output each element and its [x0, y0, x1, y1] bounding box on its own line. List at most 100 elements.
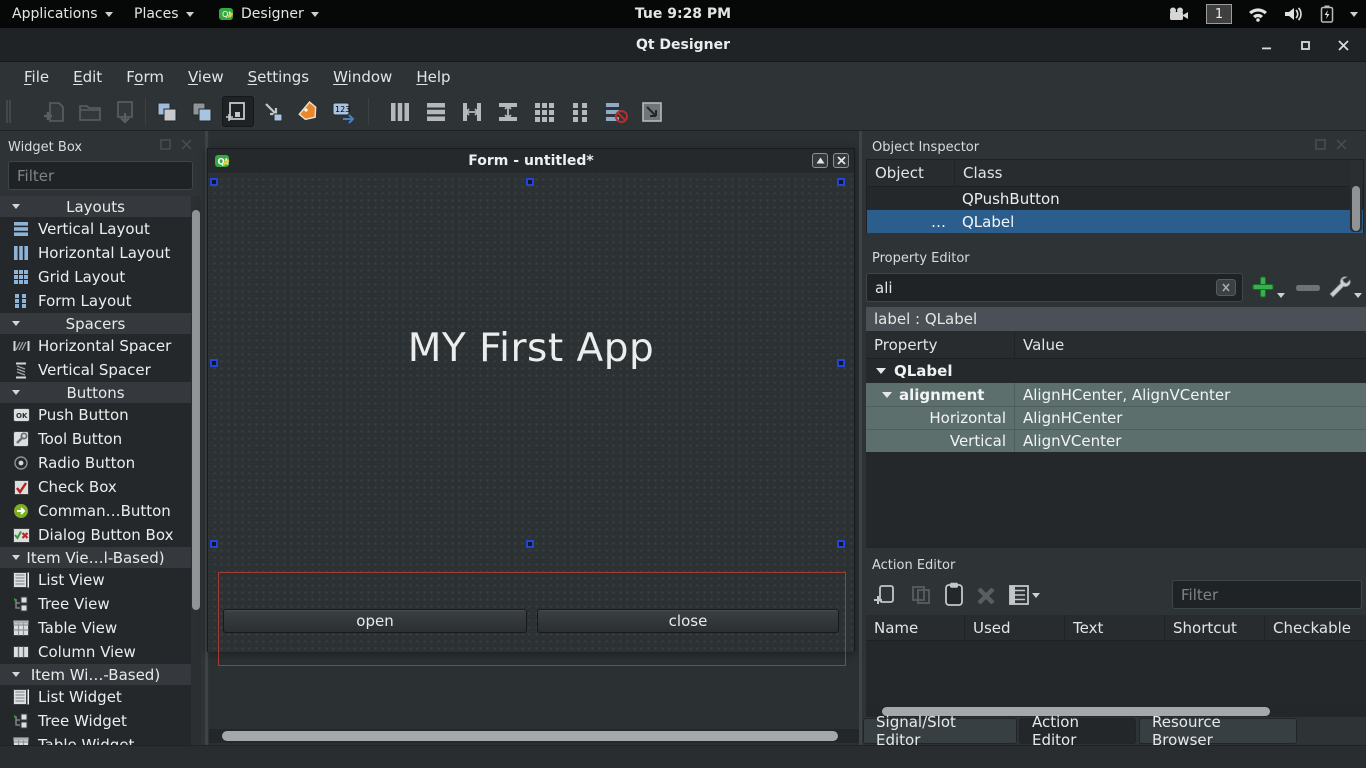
column-header-used[interactable]: Used [964, 615, 1064, 640]
widget-item-command-link-button[interactable]: Comman…Button [0, 499, 191, 523]
screen-recorder-icon[interactable] [1168, 7, 1190, 21]
menu-view[interactable]: View [176, 65, 236, 89]
view-mode-chevron[interactable] [1032, 593, 1040, 598]
widget-box-scrollbar-thumb[interactable] [192, 210, 200, 610]
open-form-button[interactable] [74, 96, 106, 127]
column-header-name[interactable]: Name [866, 615, 964, 640]
property-value-vertical[interactable]: AlignVCenter [1014, 430, 1366, 452]
widget-box-filter-input[interactable] [8, 161, 193, 190]
property-group-qlabel[interactable]: QLabel [866, 359, 1366, 383]
column-header-text[interactable]: Text [1064, 615, 1164, 640]
selection-handle[interactable] [837, 540, 845, 548]
widget-item-radio-button[interactable]: Radio Button [0, 451, 191, 475]
selection-handle[interactable] [526, 178, 534, 186]
tray-chevron-icon[interactable] [1350, 12, 1358, 17]
edit-signals-slots-button[interactable] [258, 96, 290, 127]
widget-item-push-button[interactable]: OK Push Button [0, 403, 191, 427]
copy-action-button[interactable] [910, 584, 932, 606]
layout-form-button[interactable] [564, 96, 596, 127]
selection-handle[interactable] [837, 359, 845, 367]
clear-filter-button[interactable] [1216, 279, 1236, 296]
new-form-button[interactable] [39, 96, 71, 127]
break-layout-button[interactable] [600, 96, 632, 127]
new-action-button[interactable] [874, 583, 896, 607]
widget-item-list-widget[interactable]: List Widget [0, 685, 191, 709]
widget-item-tool-button[interactable]: Tool Button [0, 427, 191, 451]
layout-grid-button[interactable] [528, 96, 560, 127]
form-close-pushbutton[interactable]: close [537, 609, 839, 633]
widget-category-buttons[interactable]: Buttons [0, 382, 191, 403]
widget-item-list-view[interactable]: List View [0, 568, 191, 592]
widget-item-grid-layout[interactable]: Grid Layout [0, 265, 191, 289]
layout-horizontal-splitter-button[interactable] [456, 96, 488, 127]
column-header-object[interactable]: Object [867, 160, 954, 186]
property-row-horizontal[interactable]: Horizontal AlignHCenter [866, 406, 1366, 429]
property-row-alignment[interactable]: alignment AlignHCenter, AlignVCenter [866, 383, 1366, 406]
widget-item-horizontal-spacer[interactable]: Horizontal Spacer [0, 334, 191, 358]
tab-resource-browser[interactable]: Resource Browser [1139, 718, 1297, 744]
workspace-indicator[interactable]: 1 [1206, 4, 1232, 24]
object-row-qlabel-selected[interactable]: … QLabel [867, 210, 1363, 233]
widget-item-column-view[interactable]: Column View [0, 640, 191, 664]
battery-icon[interactable] [1320, 5, 1334, 23]
widget-item-dialog-button-box[interactable]: Dialog Button Box [0, 523, 191, 547]
form-canvas[interactable]: MY First App open close [208, 173, 854, 652]
right-splitter[interactable] [859, 131, 862, 745]
form-shade-button[interactable] [812, 153, 828, 168]
menu-form[interactable]: Form [114, 65, 176, 89]
clock[interactable]: Tue 9:28 PM [0, 0, 1366, 28]
column-header-property[interactable]: Property [866, 331, 1014, 358]
property-row-vertical[interactable]: Vertical AlignVCenter [866, 429, 1366, 452]
paste-action-button[interactable] [944, 582, 964, 607]
tab-signal-slot-editor[interactable]: Signal/Slot Editor [863, 718, 1017, 744]
form-window[interactable]: Qt Form - untitled* MY First App open cl… [207, 148, 855, 652]
widget-category-item-views[interactable]: Item Vie…l-Based) [0, 547, 191, 568]
widget-item-table-widget[interactable]: Table Widget [0, 733, 191, 745]
form-window-titlebar[interactable]: Qt Form - untitled* [208, 149, 854, 173]
property-value-horizontal[interactable]: AlignHCenter [1014, 407, 1366, 429]
edit-tab-order-button[interactable]: 123 [328, 96, 360, 127]
property-configure-button[interactable] [1326, 274, 1352, 300]
widget-item-table-view[interactable]: Table View [0, 616, 191, 640]
menu-settings[interactable]: Settings [236, 65, 322, 89]
minimize-button[interactable] [1256, 35, 1278, 55]
volume-icon[interactable] [1284, 6, 1304, 22]
add-dynamic-property-button[interactable] [1252, 276, 1274, 298]
copy-button[interactable] [151, 96, 183, 127]
adjust-size-button[interactable] [636, 96, 668, 127]
selection-handle[interactable] [210, 540, 218, 548]
column-header-class[interactable]: Class [954, 160, 1363, 186]
configure-menu-chevron[interactable] [1354, 293, 1362, 298]
widget-item-horizontal-layout[interactable]: Horizontal Layout [0, 241, 191, 265]
action-filter-input[interactable] [1172, 580, 1362, 609]
selection-handle[interactable] [837, 178, 845, 186]
selection-handle[interactable] [210, 359, 218, 367]
close-button[interactable] [1332, 35, 1354, 55]
selection-handle[interactable] [526, 540, 534, 548]
paste-button[interactable] [186, 96, 218, 127]
toolbar-drag-handle[interactable] [6, 100, 11, 123]
widget-item-vertical-spacer[interactable]: Vertical Spacer [0, 358, 191, 382]
layout-vertically-button[interactable] [420, 96, 452, 127]
add-property-menu-chevron[interactable] [1277, 293, 1285, 298]
delete-action-button[interactable] [976, 586, 996, 606]
expander-icon[interactable] [882, 392, 892, 398]
edit-buddies-button[interactable] [293, 96, 325, 127]
widget-category-item-widgets[interactable]: Item Wi…-Based) [0, 664, 191, 685]
mdi-hscrollbar-thumb[interactable] [222, 731, 838, 741]
edit-widgets-mode-button[interactable] [222, 96, 254, 127]
form-close-button[interactable] [833, 153, 849, 168]
widget-item-tree-view[interactable]: Tree View [0, 592, 191, 616]
maximize-button[interactable] [1294, 35, 1316, 55]
column-header-checkable[interactable]: Checkable [1264, 615, 1366, 640]
widget-item-check-box[interactable]: Check Box [0, 475, 191, 499]
menu-help[interactable]: Help [404, 65, 462, 89]
menu-edit[interactable]: Edit [61, 65, 114, 89]
widget-category-spacers[interactable]: Spacers [0, 313, 191, 334]
wifi-icon[interactable] [1248, 7, 1268, 22]
widget-item-form-layout[interactable]: Form Layout [0, 289, 191, 313]
widget-item-tree-widget[interactable]: Tree Widget [0, 709, 191, 733]
object-row-qpushbutton[interactable]: QPushButton [867, 187, 1363, 210]
selection-handle[interactable] [210, 178, 218, 186]
tab-action-editor[interactable]: Action Editor [1019, 718, 1136, 744]
